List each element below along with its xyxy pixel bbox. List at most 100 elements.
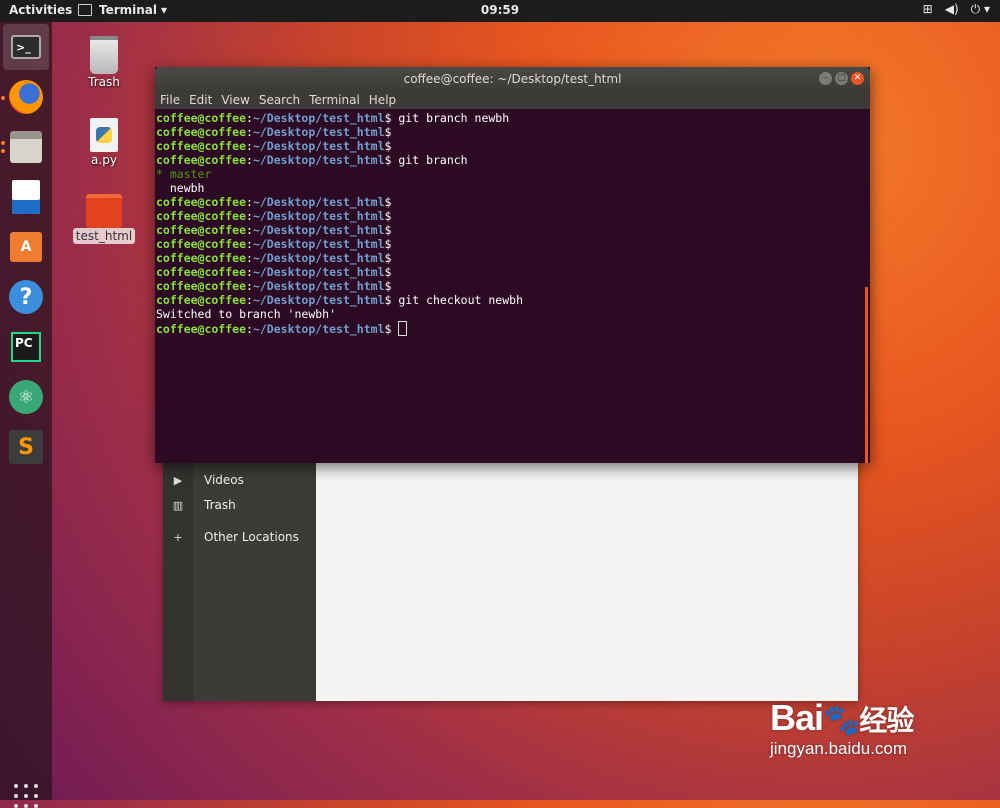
menu-view[interactable]: View — [221, 93, 249, 107]
current-branch-text: * master — [156, 167, 212, 181]
dock-item-writer[interactable] — [3, 174, 49, 220]
dock-item-atom[interactable]: ⚛ — [3, 374, 49, 420]
terminal-line: * master — [156, 167, 865, 181]
system-tray[interactable]: ⊞ ◀) ⏻ ▾ — [923, 2, 990, 17]
terminal-line: coffee@coffee:~/Desktop/test_html$ — [156, 223, 399, 237]
dock-item-files[interactable] — [3, 124, 49, 170]
dock-item-firefox[interactable] — [3, 74, 49, 120]
desktop-icon-label: a.py — [91, 153, 117, 167]
dock-item-sublime[interactable]: S — [3, 424, 49, 470]
sublime-icon: S — [9, 430, 43, 464]
output-text: Switched to branch 'newbh' — [156, 307, 337, 321]
terminal-line: coffee@coffee:~/Desktop/test_html$ git c… — [156, 293, 523, 307]
files-window[interactable]: ▶ Videos ▥ Trash + Other Locations — [163, 455, 858, 701]
terminal-line: coffee@coffee:~/Desktop/test_html$ — [156, 237, 399, 251]
prompt-user: coffee@coffee — [156, 293, 247, 307]
terminal-line: coffee@coffee:~/Desktop/test_html$ — [156, 321, 865, 336]
sidebar-item-videos[interactable]: ▶ Videos — [163, 468, 316, 492]
app-menu[interactable]: Terminal ▾ — [78, 3, 167, 17]
atom-icon: ⚛ — [9, 380, 43, 414]
show-applications-button[interactable] — [14, 784, 38, 808]
terminal-titlebar[interactable]: coffee@coffee: ~/Desktop/test_html – □ ✕ — [155, 67, 870, 91]
prompt-user: coffee@coffee — [156, 153, 247, 167]
terminal-line: coffee@coffee:~/Desktop/test_html$ — [156, 265, 399, 279]
terminal-line: Switched to branch 'newbh' — [156, 307, 865, 321]
volume-icon: ◀) — [944, 2, 959, 16]
terminal-line: newbh — [156, 181, 865, 195]
prompt-user: coffee@coffee — [156, 209, 247, 223]
software-icon-label: A — [20, 239, 32, 255]
prompt-path: ~/Desktop/test_html — [252, 265, 385, 279]
prompt-user: coffee@coffee — [156, 223, 247, 237]
files-icon — [10, 131, 42, 163]
command-text: git checkout newbh — [398, 293, 523, 307]
terminal-icon-label: >_ — [16, 40, 31, 54]
desktop-icon-label: Trash — [88, 75, 120, 89]
dock: >_ A ? PC ⚛ S — [0, 22, 52, 808]
help-icon: ? — [9, 280, 43, 314]
prompt-path: ~/Desktop/test_html — [252, 322, 385, 336]
desktop-icon-test-html[interactable]: test_html — [69, 194, 139, 244]
dock-item-software[interactable]: A — [3, 224, 49, 270]
sidebar-item-other-locations[interactable]: + Other Locations — [163, 525, 316, 549]
prompt-path: ~/Desktop/test_html — [252, 237, 385, 251]
paw-icon: 🐾 — [823, 704, 860, 737]
prompt-user: coffee@coffee — [156, 265, 247, 279]
prompt-path: ~/Desktop/test_html — [252, 293, 385, 307]
pycharm-icon-label: PC — [15, 336, 33, 350]
prompt-path: ~/Desktop/test_html — [252, 125, 385, 139]
sublime-icon-label: S — [18, 434, 34, 460]
window-title: coffee@coffee: ~/Desktop/test_html — [403, 72, 622, 86]
prompt-user: coffee@coffee — [156, 279, 247, 293]
watermark-url: jingyan.baidu.com — [770, 739, 908, 758]
desktop-icon-label: test_html — [72, 228, 136, 244]
dock-item-terminal[interactable]: >_ — [3, 24, 49, 70]
prompt-user: coffee@coffee — [156, 195, 247, 209]
terminal-icon — [78, 4, 92, 16]
pycharm-icon: PC — [11, 332, 41, 362]
prompt-user: coffee@coffee — [156, 322, 247, 336]
terminal-scrollbar[interactable] — [865, 287, 868, 463]
power-icon: ⏻ ▾ — [970, 2, 990, 16]
dock-item-pycharm[interactable]: PC — [3, 324, 49, 370]
watermark-logo: Bai🐾经验 — [770, 697, 914, 739]
plus-icon: + — [173, 530, 183, 544]
terminal-line: coffee@coffee:~/Desktop/test_html$ — [156, 125, 399, 139]
terminal-line: coffee@coffee:~/Desktop/test_html$ — [156, 195, 399, 209]
terminal-menubar: File Edit View Search Terminal Help — [155, 91, 870, 109]
maximize-icon[interactable]: □ — [835, 72, 848, 85]
sidebar-item-trash[interactable]: ▥ Trash — [163, 493, 316, 517]
command-text: git branch newbh — [398, 111, 510, 125]
menu-help[interactable]: Help — [369, 93, 396, 107]
trash-icon: ▥ — [172, 498, 184, 512]
minimize-icon[interactable]: – — [819, 72, 832, 85]
prompt-path: ~/Desktop/test_html — [252, 195, 385, 209]
desktop-icon-trash[interactable]: Trash — [69, 36, 139, 90]
command-text: git branch — [398, 153, 468, 167]
menu-terminal[interactable]: Terminal — [309, 93, 360, 107]
watermark-brand: Bai — [770, 697, 824, 738]
terminal-window[interactable]: coffee@coffee: ~/Desktop/test_html – □ ✕… — [155, 67, 870, 463]
dock-item-help[interactable]: ? — [3, 274, 49, 320]
terminal-line: coffee@coffee:~/Desktop/test_html$ — [156, 209, 399, 223]
firefox-icon — [9, 80, 43, 114]
terminal-line: coffee@coffee:~/Desktop/test_html$ git b… — [156, 111, 510, 125]
close-icon[interactable]: ✕ — [851, 72, 864, 85]
sidebar-item-label: Trash — [204, 498, 236, 512]
sidebar-item-label: Videos — [204, 473, 244, 487]
prompt-user: coffee@coffee — [156, 111, 247, 125]
clock[interactable]: 09:59 — [481, 3, 519, 17]
prompt-path: ~/Desktop/test_html — [252, 209, 385, 223]
folder-icon — [86, 194, 122, 228]
prompt-path: ~/Desktop/test_html — [252, 251, 385, 265]
menu-edit[interactable]: Edit — [189, 93, 212, 107]
desktop-icon-a-py[interactable]: a.py — [69, 118, 139, 168]
document-icon — [12, 180, 40, 214]
activities-button[interactable]: Activities — [9, 3, 72, 17]
terminal-output[interactable]: coffee@coffee:~/Desktop/test_html$ git b… — [155, 109, 865, 463]
menu-search[interactable]: Search — [259, 93, 300, 107]
menu-file[interactable]: File — [160, 93, 180, 107]
python-file-icon — [90, 118, 118, 152]
terminal-line: coffee@coffee:~/Desktop/test_html$ git b… — [156, 153, 468, 167]
software-center-icon: A — [10, 232, 42, 262]
